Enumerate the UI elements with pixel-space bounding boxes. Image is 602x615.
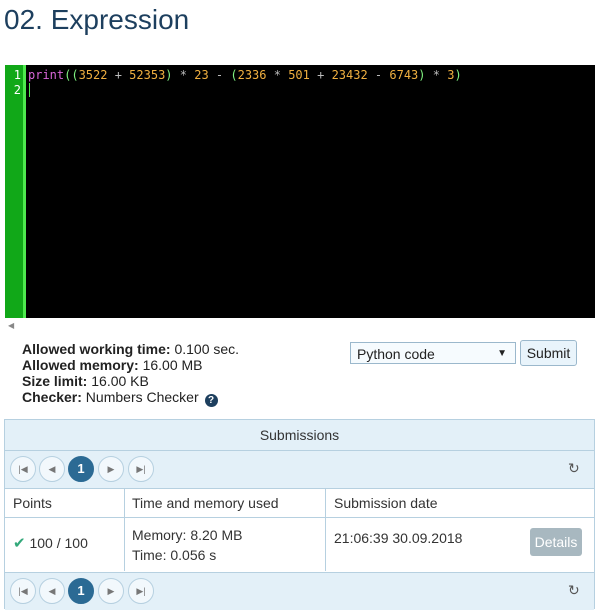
column-header-time-memory: Time and memory used <box>132 495 279 511</box>
code-token: ( <box>230 68 238 82</box>
code-token: * <box>425 68 448 82</box>
code-token: * <box>266 68 289 82</box>
code-token: 2336 <box>237 68 267 82</box>
page-1-button[interactable]: 1 <box>68 578 94 604</box>
first-page-button[interactable]: |◀ <box>10 578 36 604</box>
code-token: ) <box>454 68 462 82</box>
size-limit-value: 16.00 KB <box>87 373 149 389</box>
checkmark-icon: ✔ <box>13 535 26 552</box>
code-token: print <box>28 68 65 82</box>
size-limit: Size limit: 16.00 KB <box>22 373 239 389</box>
code-line[interactable]: print((3522 + 52353) * 23 - (2336 * 501 … <box>28 68 462 82</box>
time-limit-label: Allowed working time: <box>22 341 171 357</box>
details-button[interactable]: Details <box>530 528 582 556</box>
help-icon[interactable]: ? <box>204 394 218 407</box>
time-limit: Allowed working time: 0.100 sec. <box>22 341 239 357</box>
pagination-top: |◀ ◀ 1 ▶ ▶| ↻ <box>5 451 594 489</box>
prev-page-button[interactable]: ◀ <box>39 456 65 482</box>
line-number: 2 <box>13 83 21 97</box>
pagination-bottom: |◀ ◀ 1 ▶ ▶| ↻ <box>5 572 594 610</box>
memory-limit-label: Allowed memory: <box>22 357 139 373</box>
last-page-button[interactable]: ▶| <box>128 578 154 604</box>
code-token: + <box>309 68 332 82</box>
code-token: 23432 <box>331 68 368 82</box>
next-page-button[interactable]: ▶ <box>98 578 124 604</box>
editor-horizontal-scrollbar[interactable]: ◀ <box>5 318 595 334</box>
submissions-header: Submissions <box>5 420 594 451</box>
code-token: - <box>208 68 231 82</box>
code-token: 6743 <box>389 68 419 82</box>
dropdown-arrow-icon: ▼ <box>497 348 507 359</box>
table-row: ✔ 100 / 100 Memory: 8.20 MB Time: 0.056 … <box>5 518 594 571</box>
last-page-button[interactable]: ▶| <box>128 456 154 482</box>
time-memory-cell: Memory: 8.20 MB Time: 0.056 s <box>124 525 242 565</box>
code-token: 23 <box>194 68 209 82</box>
checker-label: Checker: <box>22 389 82 405</box>
code-editor[interactable]: 1 2 print((3522 + 52353) * 23 - (2336 * … <box>5 65 595 318</box>
refresh-icon[interactable]: ↻ <box>568 461 580 475</box>
language-select-value: Python code <box>357 346 435 362</box>
time-limit-value: 0.100 sec. <box>170 341 240 357</box>
column-header-points: Points <box>13 495 52 511</box>
submissions-panel: Submissions |◀ ◀ 1 ▶ ▶| ↻ Points Time an… <box>4 419 595 610</box>
limits-info: Allowed working time: 0.100 sec. Allowed… <box>22 341 239 407</box>
table-header: Points Time and memory used Submission d… <box>5 489 594 518</box>
first-page-button[interactable]: |◀ <box>10 456 36 482</box>
submit-button[interactable]: Submit <box>520 340 577 366</box>
time-used: Time: 0.056 s <box>132 547 217 563</box>
memory-limit-value: 16.00 MB <box>138 357 203 373</box>
next-page-button[interactable]: ▶ <box>98 456 124 482</box>
language-select[interactable]: Python code ▼ <box>350 342 516 364</box>
code-token: - <box>367 68 390 82</box>
prev-page-button[interactable]: ◀ <box>39 578 65 604</box>
code-token: ) <box>165 68 173 82</box>
checker: Checker: Numbers Checker ? <box>22 389 239 407</box>
refresh-icon[interactable]: ↻ <box>568 583 580 597</box>
code-token: * <box>172 68 195 82</box>
code-token: 501 <box>288 68 310 82</box>
code-token: 52353 <box>129 68 166 82</box>
points-value: 100 / 100 <box>29 535 88 551</box>
code-token: (( <box>64 68 79 82</box>
code-token: ) <box>418 68 426 82</box>
memory-used: Memory: 8.20 MB <box>132 527 243 543</box>
page-title: 02. Expression <box>4 4 190 35</box>
scroll-left-icon[interactable]: ◀ <box>8 321 14 330</box>
code-token: + <box>107 68 130 82</box>
column-header-submission-date: Submission date <box>334 495 438 511</box>
page-1-button[interactable]: 1 <box>68 456 94 482</box>
text-cursor <box>29 83 30 97</box>
code-token: 3522 <box>78 68 108 82</box>
line-number: 1 <box>13 68 21 82</box>
line-number-gutter: 1 2 <box>5 65 26 318</box>
points-cell: ✔ 100 / 100 <box>5 534 88 552</box>
size-limit-label: Size limit: <box>22 373 88 389</box>
memory-limit: Allowed memory: 16.00 MB <box>22 357 239 373</box>
checker-value: Numbers Checker <box>81 389 199 405</box>
submission-date: 21:06:39 30.09.2018 <box>334 530 463 546</box>
